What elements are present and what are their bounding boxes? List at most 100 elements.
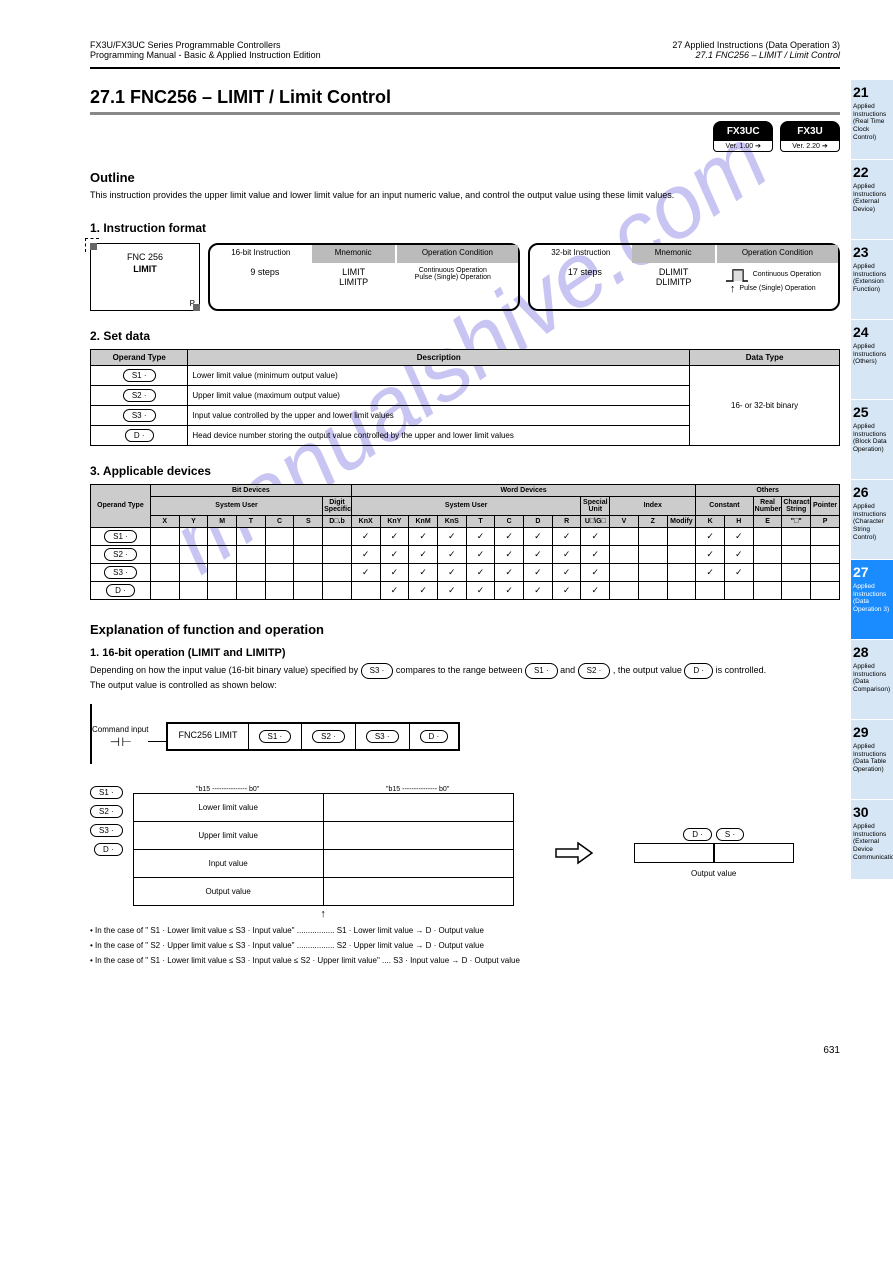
check-icon xyxy=(409,563,438,581)
doc-header: FX3U/FX3UC Series Programmable Controlle… xyxy=(90,40,840,63)
type-cell: 16- or 32-bit binary xyxy=(690,365,840,445)
check-icon xyxy=(495,563,524,581)
tab-21[interactable]: 21 Applied Instructions (Real Time Clock… xyxy=(851,80,893,160)
note-line-3: • In the case of " S1 · Lower limit valu… xyxy=(90,956,840,965)
operands-heading: 2. Set data xyxy=(90,329,840,343)
tab-25[interactable]: 25 Applied Instructions (Block Data Oper… xyxy=(851,400,893,480)
col-x: X xyxy=(150,515,179,527)
contact-icon: ⊣ ⊢ xyxy=(110,735,131,749)
check-icon xyxy=(351,545,380,563)
out-lbl-d: D · xyxy=(683,828,712,841)
tab-24[interactable]: 24 Applied Instructions (Others) xyxy=(851,320,893,400)
dev-row-d: D · xyxy=(106,584,135,597)
check-icon xyxy=(724,563,753,581)
tab-num: 26 xyxy=(853,484,891,501)
big-arrow-icon xyxy=(554,841,594,865)
check-icon xyxy=(409,545,438,563)
wire-icon xyxy=(148,741,166,742)
note-line-1: • In the case of " S1 · Lower limit valu… xyxy=(90,926,840,935)
col-mod: Modify xyxy=(667,515,696,527)
devices-table: Operand Type Bit Devices Word Devices Ot… xyxy=(90,484,840,600)
inline-s1: S1 · xyxy=(525,663,558,679)
box-32bit-c1: Continuous Operation xyxy=(753,271,821,278)
page: FX3U/FX3UC Series Programmable Controlle… xyxy=(0,0,840,1096)
table-row: D · xyxy=(91,581,840,599)
dev-sh-word2: Special Unit xyxy=(581,496,610,515)
box-16bit-m2: LIMITP xyxy=(314,277,394,287)
op-col-header: Operand Type xyxy=(91,349,188,365)
tab-num: 21 xyxy=(853,84,891,101)
box-32bit-c2: Pulse (Single) Operation xyxy=(739,285,815,292)
dev-h-word: Word Devices xyxy=(351,484,695,496)
section-rule xyxy=(90,112,840,115)
mem-cell: Lower limit value xyxy=(133,794,323,822)
mem-lbl-d: D · xyxy=(94,843,123,856)
inst-p3: S3 · xyxy=(366,730,399,743)
col-p: P xyxy=(811,515,840,527)
text-and: and xyxy=(560,665,578,675)
fnc-p-icon: P xyxy=(190,299,195,308)
check-icon xyxy=(524,581,553,599)
check-icon xyxy=(552,581,581,599)
check-icon xyxy=(437,581,466,599)
box-16bit-h3: Operation Condition xyxy=(397,245,518,263)
mem-cell xyxy=(323,794,513,822)
fnc-name: LIMIT xyxy=(95,264,195,274)
tab-28[interactable]: 28 Applied Instructions (Data Comparison… xyxy=(851,640,893,720)
box-32bit-h3: Operation Condition xyxy=(717,245,838,263)
instruction-box: FNC256 LIMIT S1 · S2 · S3 · D · xyxy=(166,722,460,751)
table-row: Output value xyxy=(133,878,513,906)
check-icon xyxy=(351,527,380,545)
mem-cell xyxy=(323,822,513,850)
check-icon xyxy=(351,563,380,581)
tab-num: 23 xyxy=(853,244,891,261)
dev-sh-oth3: Character String xyxy=(782,496,811,515)
check-icon xyxy=(495,545,524,563)
mem-lbl-s1: S1 · xyxy=(90,786,123,799)
operand-s2: S2 · xyxy=(123,389,156,402)
inline-d: D · xyxy=(684,663,713,679)
col-y: Y xyxy=(179,515,208,527)
mem-lbl-s3: S3 · xyxy=(90,824,123,837)
col-e: E xyxy=(753,515,782,527)
tab-27[interactable]: 27 Applied Instructions (Data Operation … xyxy=(851,560,893,640)
col-z: Z xyxy=(638,515,667,527)
col-knm: KnM xyxy=(409,515,438,527)
check-icon xyxy=(409,527,438,545)
badge-fx3uc-version: Ver. 1.00 ➔ xyxy=(713,141,773,152)
page-number: 631 xyxy=(823,1045,840,1056)
side-tabs: 21 Applied Instructions (Real Time Clock… xyxy=(851,80,893,880)
operands-table: Operand Type Description Data Type S1 · … xyxy=(90,349,840,446)
dev-sh-word1: System User xyxy=(351,496,581,515)
dev-row-s2: S2 · xyxy=(104,548,137,561)
output-group: D · S · Output value xyxy=(634,828,794,878)
table-row: S2 · xyxy=(91,545,840,563)
tab-23[interactable]: 23 Applied Instructions (Extension Funct… xyxy=(851,240,893,320)
table-row: S1 · Lower limit value (minimum output v… xyxy=(91,365,840,385)
desc-col-header: Description xyxy=(188,349,690,365)
tab-26[interactable]: 26 Applied Instructions (Character Strin… xyxy=(851,480,893,560)
check-icon xyxy=(409,581,438,599)
check-icon xyxy=(724,527,753,545)
check-icon xyxy=(696,545,725,563)
tab-29[interactable]: 29 Applied Instructions (Data Table Oper… xyxy=(851,720,893,800)
dev-h-op: Operand Type xyxy=(91,484,151,527)
mem-hdr-r: "b15 --------------- b0" xyxy=(323,786,513,793)
tab-30[interactable]: 30 Applied Instructions (External Device… xyxy=(851,800,893,880)
check-icon xyxy=(524,545,553,563)
check-icon xyxy=(552,563,581,581)
tab-22[interactable]: 22 Applied Instructions (External Device… xyxy=(851,160,893,240)
check-icon xyxy=(466,545,495,563)
text-d: is controlled. xyxy=(716,665,767,675)
table-row: S1 · xyxy=(91,527,840,545)
dev-h-bit: Bit Devices xyxy=(150,484,351,496)
tab-text: Applied Instructions (Real Time Clock Co… xyxy=(853,103,886,141)
outline-heading: Outline xyxy=(90,170,840,185)
mem-cell xyxy=(323,878,513,906)
badge-fx3uc: FX3UC Ver. 1.00 ➔ xyxy=(713,121,773,152)
check-icon xyxy=(552,545,581,563)
col-db: D□.b xyxy=(323,515,352,527)
badge-fx3u-version: Ver. 2.20 ➔ xyxy=(780,141,840,152)
format-heading: 1. Instruction format xyxy=(90,221,840,235)
table-row: Upper limit value xyxy=(133,822,513,850)
